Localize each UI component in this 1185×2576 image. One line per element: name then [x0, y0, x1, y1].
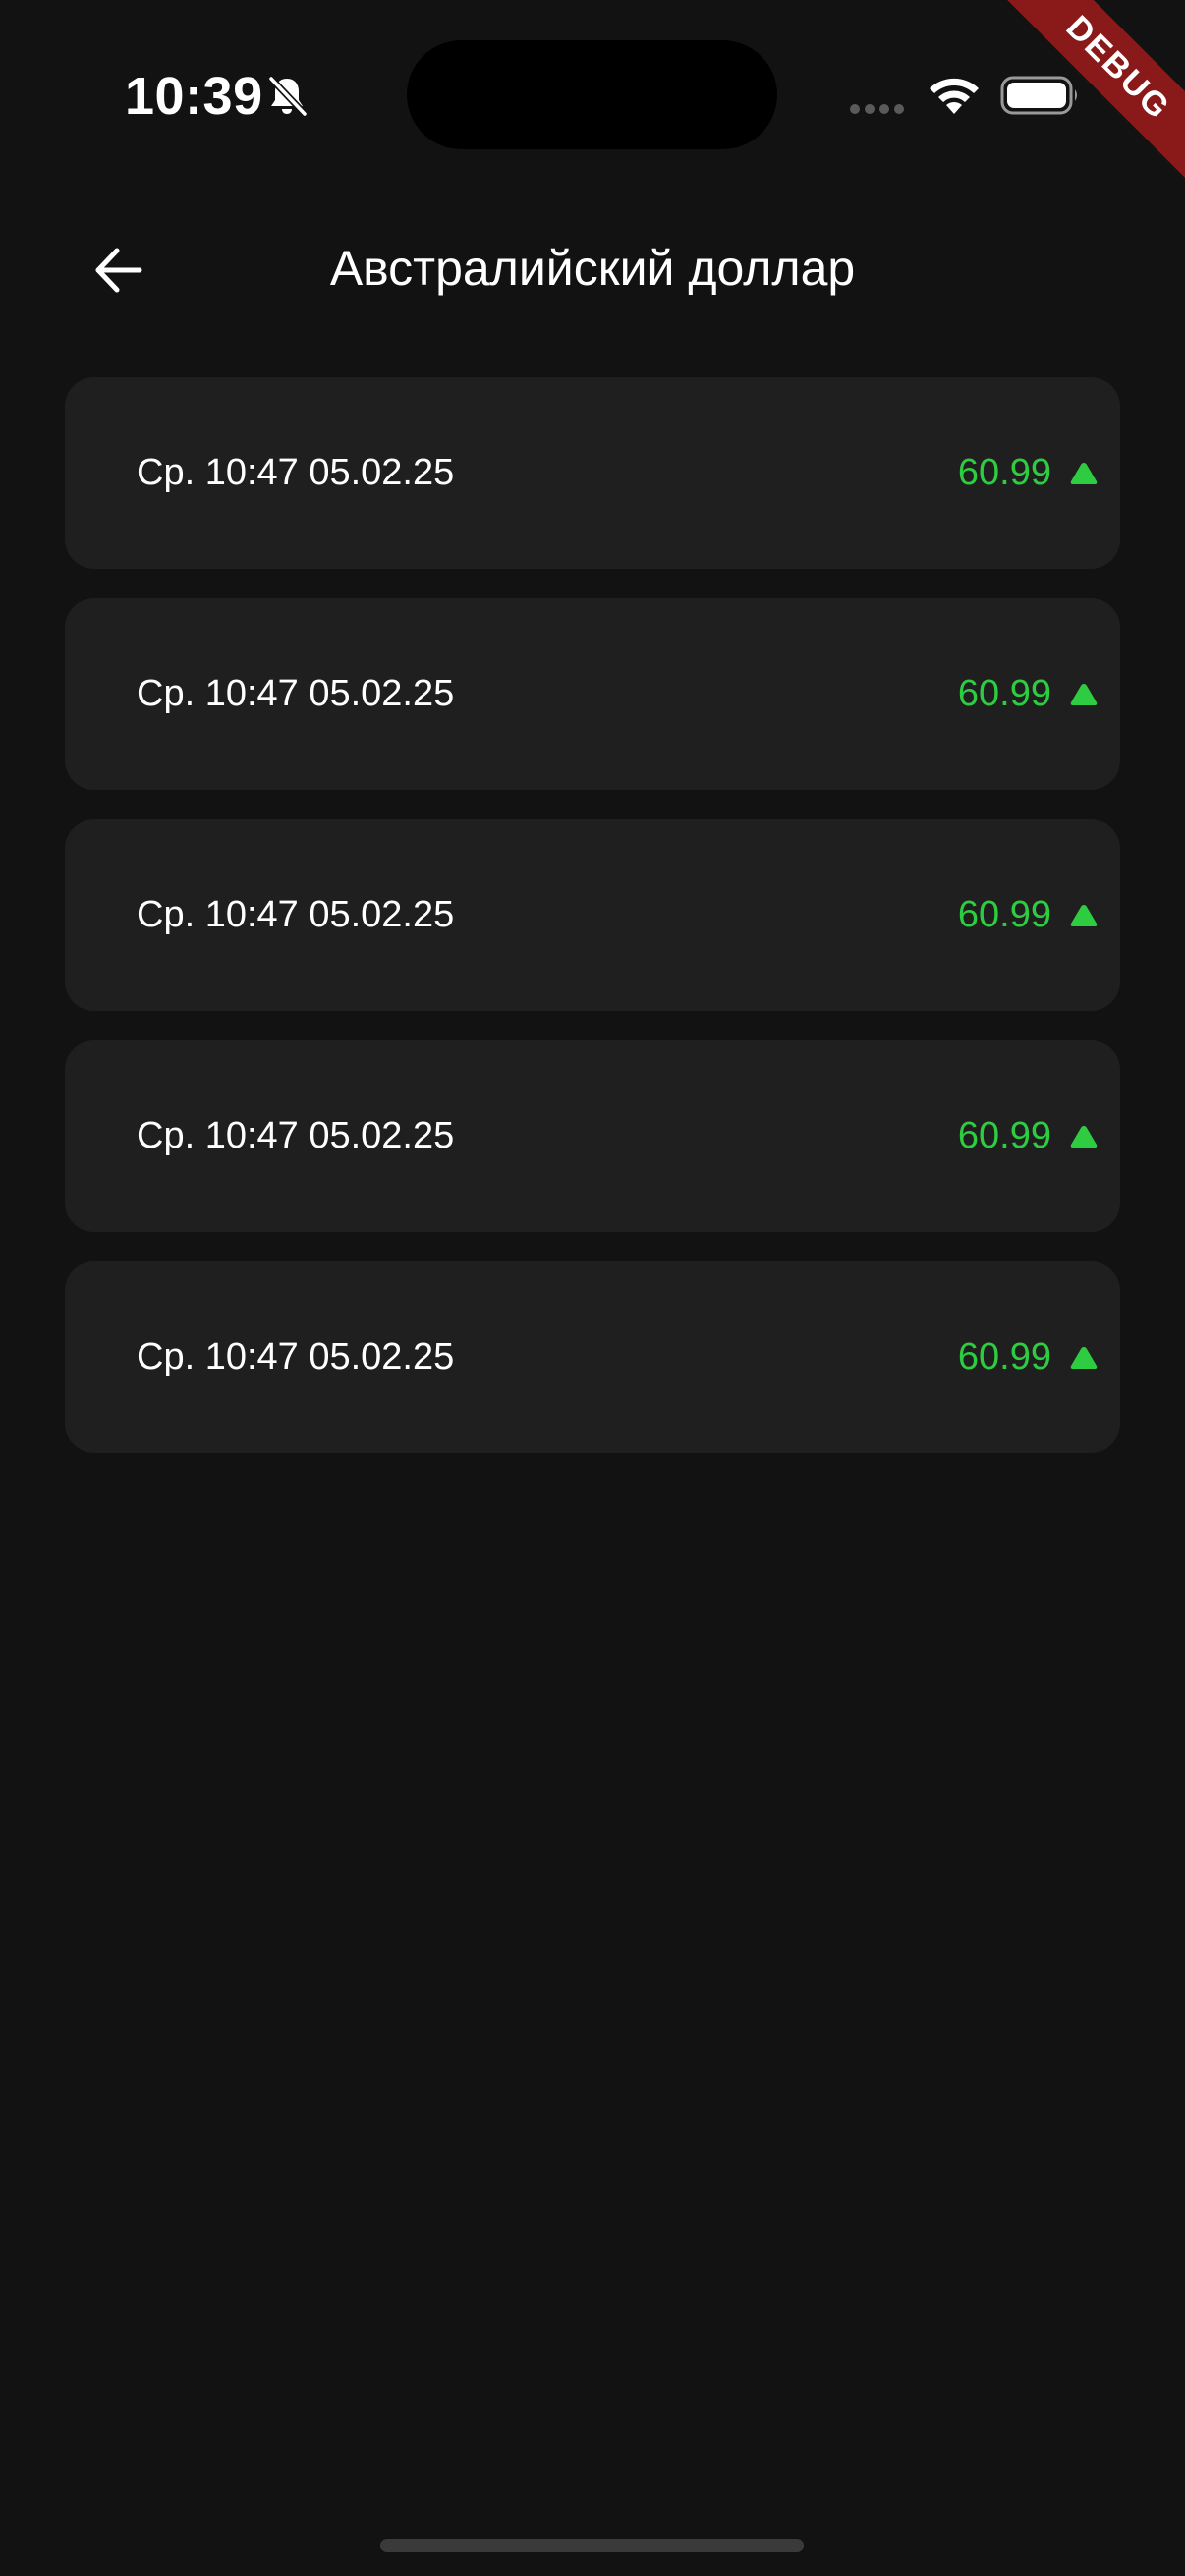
rate-list-item[interactable]: Ср. 10:47 05.02.25 60.99 [65, 1261, 1120, 1453]
page-title: Австралийский доллар [329, 241, 856, 296]
rate-date: Ср. 10:47 05.02.25 [137, 894, 455, 935]
up-triangle-icon [1070, 462, 1098, 484]
rate-value: 60.99 [957, 452, 1051, 493]
up-triangle-icon [1070, 683, 1098, 705]
rate-date: Ср. 10:47 05.02.25 [137, 452, 455, 493]
up-triangle-icon [1070, 1125, 1098, 1148]
rate-value-group: 60.99 [958, 377, 1099, 569]
rate-value: 60.99 [957, 894, 1051, 935]
rate-list-item[interactable]: Ср. 10:47 05.02.25 60.99 [65, 377, 1120, 569]
up-triangle-icon [1070, 904, 1098, 926]
signal-dots-icon [850, 104, 904, 114]
status-time: 10:39 [125, 67, 263, 126]
rate-date: Ср. 10:47 05.02.25 [137, 1115, 455, 1156]
rate-value: 60.99 [957, 1336, 1051, 1377]
rate-list-item[interactable]: Ср. 10:47 05.02.25 60.99 [65, 1040, 1120, 1232]
rate-value-group: 60.99 [958, 1040, 1099, 1232]
wifi-icon [930, 78, 979, 114]
debug-banner: DEBUG [988, 0, 1185, 196]
rate-date: Ср. 10:47 05.02.25 [137, 673, 455, 714]
rate-value: 60.99 [957, 673, 1051, 714]
debug-label: DEBUG [992, 0, 1185, 194]
rate-date: Ср. 10:47 05.02.25 [137, 1336, 455, 1377]
rate-value-group: 60.99 [958, 1261, 1099, 1453]
rate-list-item[interactable]: Ср. 10:47 05.02.25 60.99 [65, 598, 1120, 790]
app-bar: Австралийский доллар [0, 206, 1185, 334]
rate-value-group: 60.99 [958, 598, 1099, 790]
rate-value-group: 60.99 [958, 819, 1099, 1011]
rate-value: 60.99 [957, 1115, 1051, 1156]
home-indicator[interactable] [380, 2539, 804, 2552]
rate-list-item[interactable]: Ср. 10:47 05.02.25 60.99 [65, 819, 1120, 1011]
dynamic-island [407, 40, 777, 149]
bell-slash-icon [268, 76, 308, 117]
rate-list: Ср. 10:47 05.02.25 60.99 Ср. 10:47 05.02… [65, 377, 1120, 1483]
up-triangle-icon [1070, 1346, 1098, 1369]
